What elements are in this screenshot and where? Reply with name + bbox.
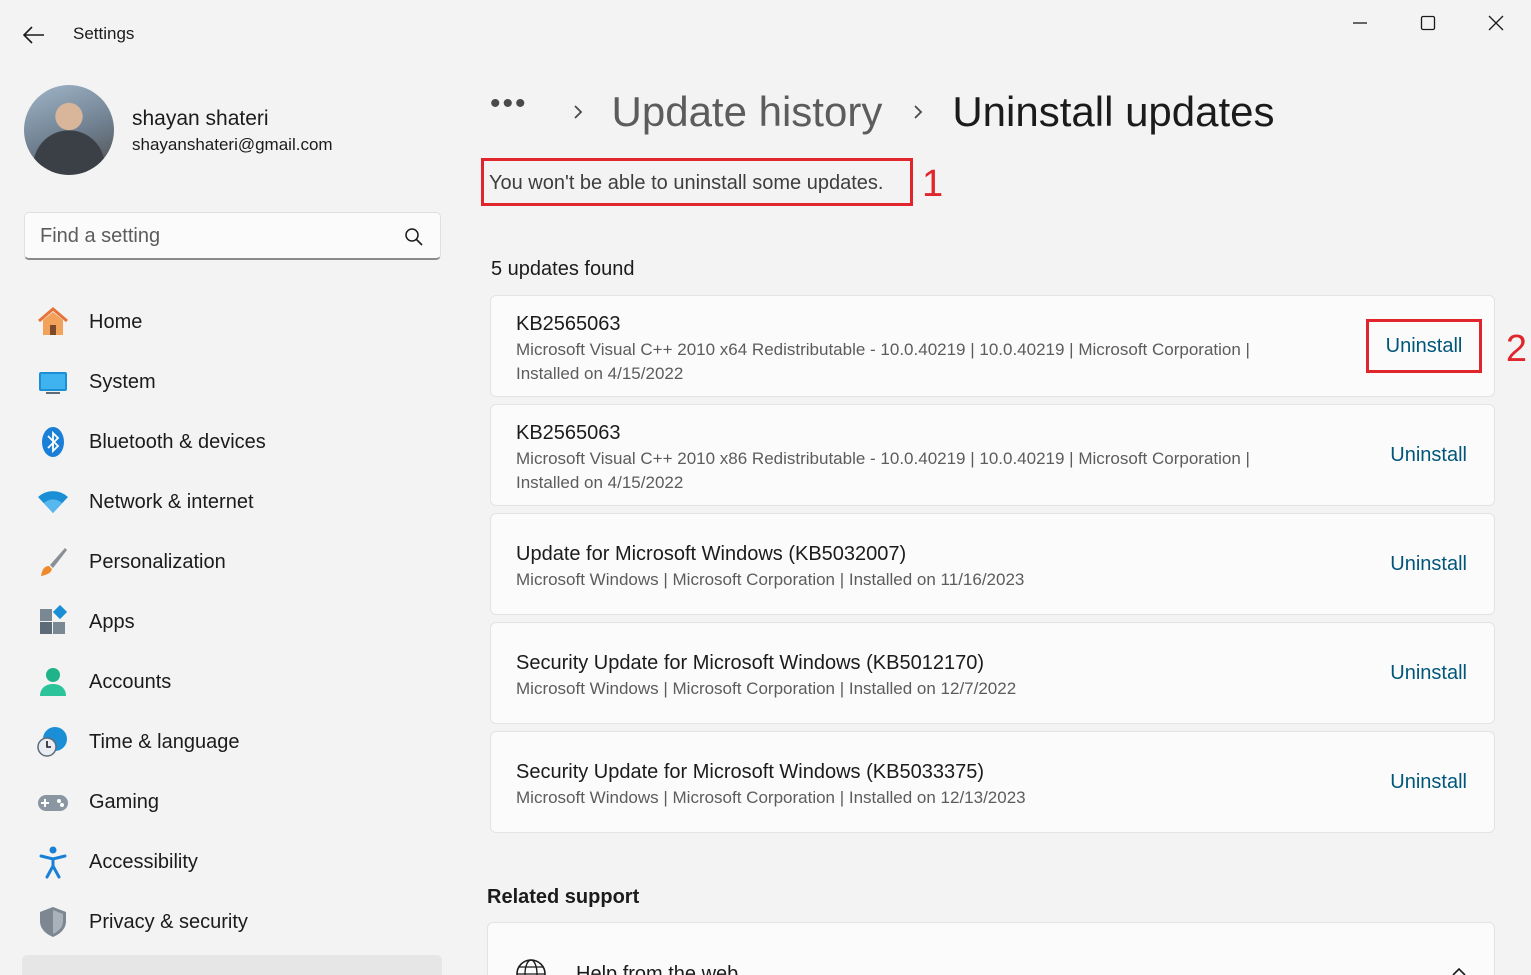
update-details: Microsoft Windows | Microsoft Corporatio…: [516, 679, 1017, 698]
sidebar-item-label: Accounts: [89, 670, 172, 693]
update-title: Security Update for Microsoft Windows (K…: [516, 761, 984, 783]
bluetooth-icon: [36, 425, 70, 459]
uninstall-button[interactable]: Uninstall: [1390, 440, 1467, 470]
uninstall-button[interactable]: Uninstall: [1390, 658, 1467, 688]
uninstall-button[interactable]: Uninstall: [1390, 549, 1467, 579]
update-title: KB2565063: [516, 422, 621, 444]
sidebar-item-time-language[interactable]: Time & language: [24, 712, 442, 772]
update-details: Microsoft Windows | Microsoft Corporatio…: [516, 788, 1026, 807]
clock-globe-icon: [36, 725, 70, 759]
sidebar-nav: Home System Bluetooth & devices Network …: [24, 292, 442, 952]
update-details: Microsoft Windows | Microsoft Corporatio…: [516, 570, 1025, 589]
gamepad-icon: [36, 785, 70, 819]
notice-highlight-box: You won't be able to uninstall some upda…: [481, 158, 913, 206]
sidebar-item-system[interactable]: System: [24, 352, 442, 412]
sidebar-item-label: System: [89, 370, 156, 393]
close-button[interactable]: [1473, 10, 1519, 36]
update-details: Microsoft Visual C++ 2010 x64 Redistribu…: [516, 340, 1250, 359]
help-from-web-label: Help from the web: [576, 963, 739, 975]
annotation-number: 2: [1505, 328, 1527, 370]
chevron-up-icon: [1452, 967, 1466, 975]
update-item: Security Update for Microsoft Windows (K…: [490, 622, 1495, 724]
sidebar-item-label: Apps: [89, 610, 135, 633]
sidebar-item-apps[interactable]: Apps: [24, 592, 442, 652]
sidebar-item-label: Personalization: [89, 550, 226, 573]
update-item: KB2565063 Microsoft Visual C++ 2010 x64 …: [490, 295, 1495, 397]
user-profile[interactable]: shayan shateri shayanshateri@gmail.com: [24, 85, 444, 175]
minimize-icon: [1353, 22, 1367, 24]
update-details: Microsoft Visual C++ 2010 x86 Redistribu…: [516, 449, 1250, 468]
home-icon: [36, 305, 70, 339]
help-from-web-card[interactable]: Help from the web: [487, 922, 1495, 975]
update-item: KB2565063 Microsoft Visual C++ 2010 x86 …: [490, 404, 1495, 506]
shield-icon: [36, 905, 70, 939]
app-title: Settings: [73, 24, 135, 43]
search-icon[interactable]: [404, 227, 424, 247]
search-box: [24, 212, 441, 260]
chevron-right-icon: [573, 105, 582, 119]
sidebar-item-bluetooth[interactable]: Bluetooth & devices: [24, 412, 442, 472]
page-title: Uninstall updates: [952, 88, 1275, 135]
sidebar-item-label: Time & language: [89, 730, 240, 753]
chevron-right-icon: [914, 105, 923, 119]
uninstall-button[interactable]: Uninstall: [1366, 319, 1482, 373]
sidebar-item-label: Bluetooth & devices: [89, 430, 266, 453]
search-input[interactable]: [40, 224, 380, 248]
updates-count: 5 updates found: [491, 258, 635, 280]
close-icon: [1488, 15, 1504, 31]
avatar: [24, 85, 114, 175]
sidebar-item-network[interactable]: Network & internet: [24, 472, 442, 532]
sidebar-item-accounts[interactable]: Accounts: [24, 652, 442, 712]
wifi-icon: [36, 485, 70, 519]
update-title: Security Update for Microsoft Windows (K…: [516, 652, 984, 674]
update-installed-date: Installed on 4/15/2022: [516, 473, 684, 492]
notice-text: You won't be able to uninstall some upda…: [489, 172, 884, 194]
back-arrow-icon: [23, 26, 44, 44]
sidebar-item-label: Accessibility: [89, 850, 198, 873]
sidebar-item-partial[interactable]: [22, 955, 442, 975]
maximize-icon: [1420, 15, 1436, 31]
breadcrumb-more-button[interactable]: •••: [490, 87, 528, 121]
breadcrumb: ••• Update history Uninstall updates: [490, 86, 1275, 138]
sidebar-item-accessibility[interactable]: Accessibility: [24, 832, 442, 892]
minimize-button[interactable]: [1337, 10, 1383, 36]
user-name: shayan shateri: [132, 107, 269, 130]
user-email: shayanshateri@gmail.com: [132, 135, 333, 154]
accessibility-icon: [36, 845, 70, 879]
sidebar-item-label: Privacy & security: [89, 910, 248, 933]
maximize-button[interactable]: [1405, 10, 1451, 36]
related-support-heading: Related support: [487, 886, 640, 908]
sidebar-item-privacy-security[interactable]: Privacy & security: [24, 892, 442, 952]
globe-icon: [516, 959, 546, 975]
update-title: KB2565063: [516, 313, 621, 335]
apps-icon: [36, 605, 70, 639]
breadcrumb-update-history[interactable]: Update history: [612, 88, 883, 136]
update-item: Security Update for Microsoft Windows (K…: [490, 731, 1495, 833]
brush-icon: [36, 545, 70, 579]
uninstall-button[interactable]: Uninstall: [1390, 767, 1467, 797]
sidebar-item-label: Gaming: [89, 790, 160, 813]
sidebar-item-home[interactable]: Home: [24, 292, 442, 352]
system-icon: [36, 365, 70, 399]
title-bar: Settings: [0, 0, 1531, 70]
annotation-number: 1: [922, 163, 944, 205]
account-icon: [36, 665, 70, 699]
update-installed-date: Installed on 4/15/2022: [516, 364, 684, 383]
sidebar-item-label: Home: [89, 310, 143, 333]
sidebar-item-label: Network & internet: [89, 490, 254, 513]
update-item: Update for Microsoft Windows (KB5032007)…: [490, 513, 1495, 615]
sidebar-item-gaming[interactable]: Gaming: [24, 772, 442, 832]
back-button[interactable]: [20, 22, 48, 48]
sidebar-item-personalization[interactable]: Personalization: [24, 532, 442, 592]
update-title: Update for Microsoft Windows (KB5032007): [516, 543, 907, 565]
updates-list: KB2565063 Microsoft Visual C++ 2010 x64 …: [490, 295, 1496, 840]
